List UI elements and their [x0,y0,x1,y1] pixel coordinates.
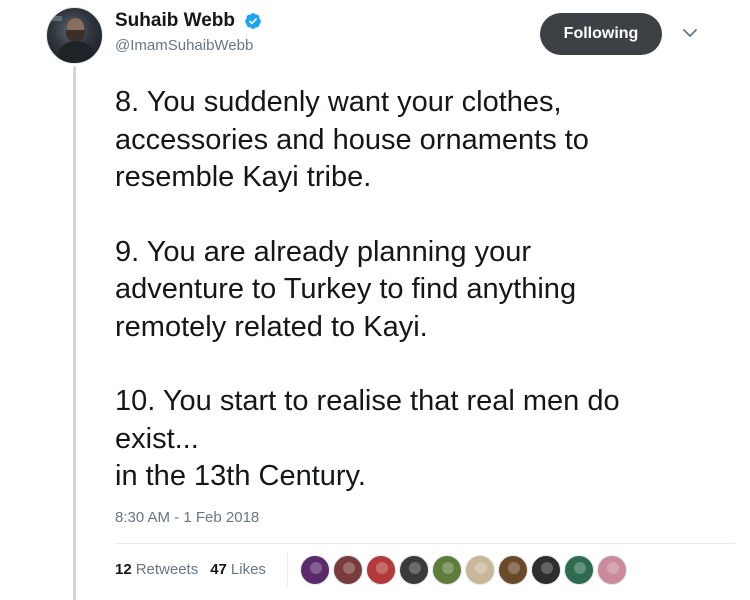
liker-avatar[interactable] [399,555,429,585]
likes-stat[interactable]: 47 Likes [210,561,266,578]
liker-avatar[interactable] [564,555,594,585]
thread-line [73,66,76,600]
retweets-label: Retweets [135,561,199,578]
divider [115,543,735,544]
liker-avatars [300,555,630,585]
avatar-body [57,41,95,63]
tweet-text: 8. You suddenly want your clothes, acces… [115,84,735,496]
chevron-down-icon[interactable] [682,27,698,39]
author-name[interactable]: Suhaib Webb [115,10,235,32]
liker-avatar[interactable] [597,555,627,585]
tweet-paragraph: 8. You suddenly want your clothes, acces… [115,86,589,193]
avatar[interactable] [46,7,103,64]
avatar-background [52,16,62,21]
following-button[interactable]: Following [540,13,662,55]
retweets-stat[interactable]: 12 Retweets [115,561,198,578]
liker-avatar[interactable] [498,555,528,585]
liker-avatar[interactable] [465,555,495,585]
tweet-paragraph: 10. You start to realise that real men d… [115,385,620,492]
retweets-count: 12 [115,561,132,578]
author-block: Suhaib Webb @ImamSuhaibWebb [115,10,262,54]
tweet-timestamp[interactable]: 8:30 AM - 1 Feb 2018 [115,509,259,526]
tweet-paragraph: 9. You are already planning your adventu… [115,235,577,343]
liker-avatar[interactable] [531,555,561,585]
liker-avatar[interactable] [333,555,363,585]
tweet-stats: 12 Retweets 47 Likes [115,561,266,578]
likes-count: 47 [210,561,227,578]
author-handle[interactable]: @ImamSuhaibWebb [115,37,262,54]
stats-separator [287,552,288,588]
liker-avatar[interactable] [366,555,396,585]
liker-avatar[interactable] [300,555,330,585]
likes-label: Likes [230,561,266,578]
liker-avatar[interactable] [432,555,462,585]
verified-badge-icon [245,13,262,29]
